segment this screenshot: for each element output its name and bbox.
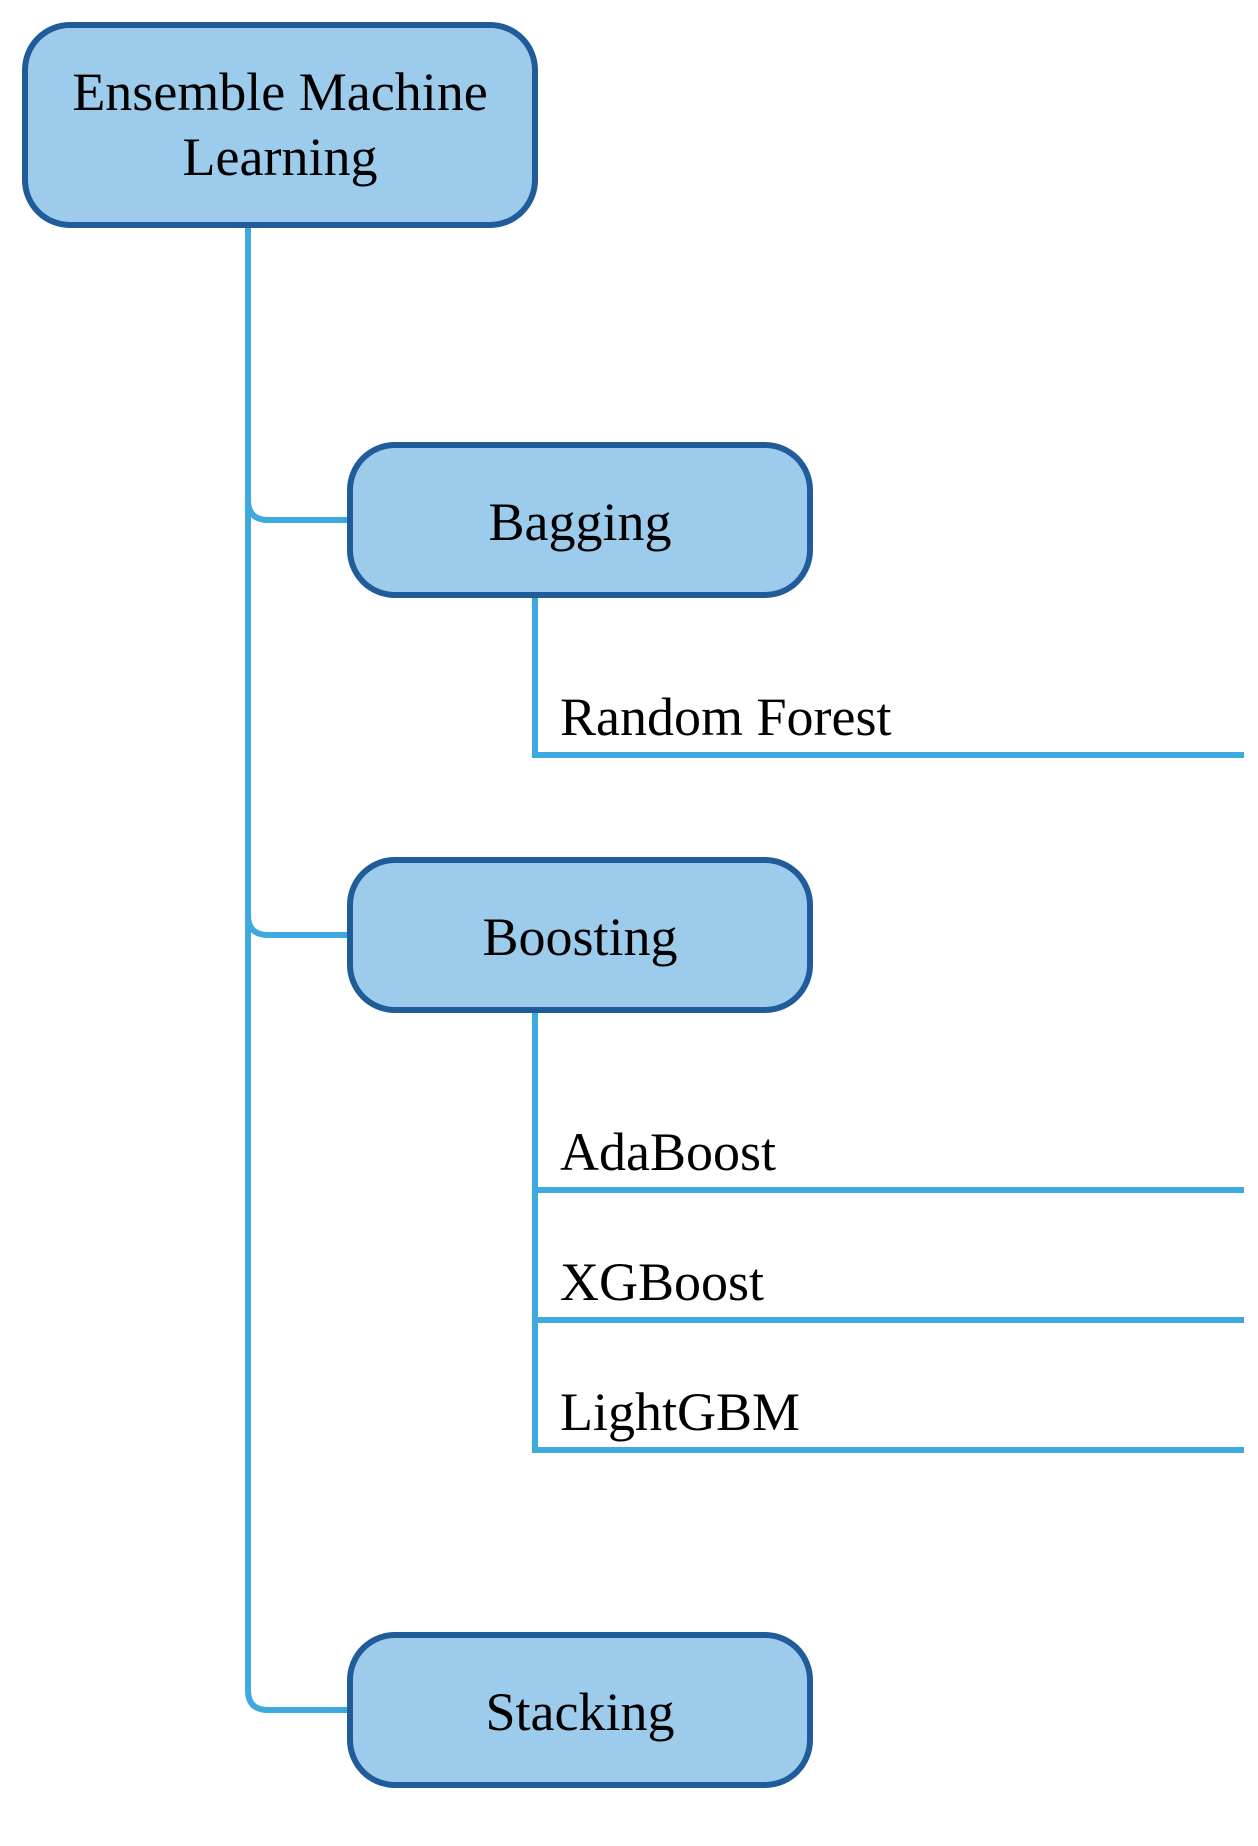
category-label-stacking: Stacking (486, 1682, 675, 1742)
category-node-boosting: Boosting (350, 860, 810, 1010)
root-node: Ensemble Machine Learning (25, 25, 535, 225)
leaf-random-forest: Random Forest (560, 687, 892, 747)
category-label-boosting: Boosting (482, 907, 677, 967)
root-label-line2: Learning (183, 127, 378, 187)
leaf-lightgbm: LightGBM (560, 1382, 800, 1442)
ensemble-ml-hierarchy-diagram: Ensemble Machine Learning Bagging Random… (0, 0, 1258, 1846)
leaf-xgboost: XGBoost (560, 1252, 764, 1312)
category-node-bagging: Bagging (350, 445, 810, 595)
leaf-adaboost: AdaBoost (560, 1122, 776, 1182)
category-node-stacking: Stacking (350, 1635, 810, 1785)
category-label-bagging: Bagging (489, 492, 672, 552)
root-connector (248, 225, 350, 1710)
root-label-line1: Ensemble Machine (72, 62, 487, 122)
